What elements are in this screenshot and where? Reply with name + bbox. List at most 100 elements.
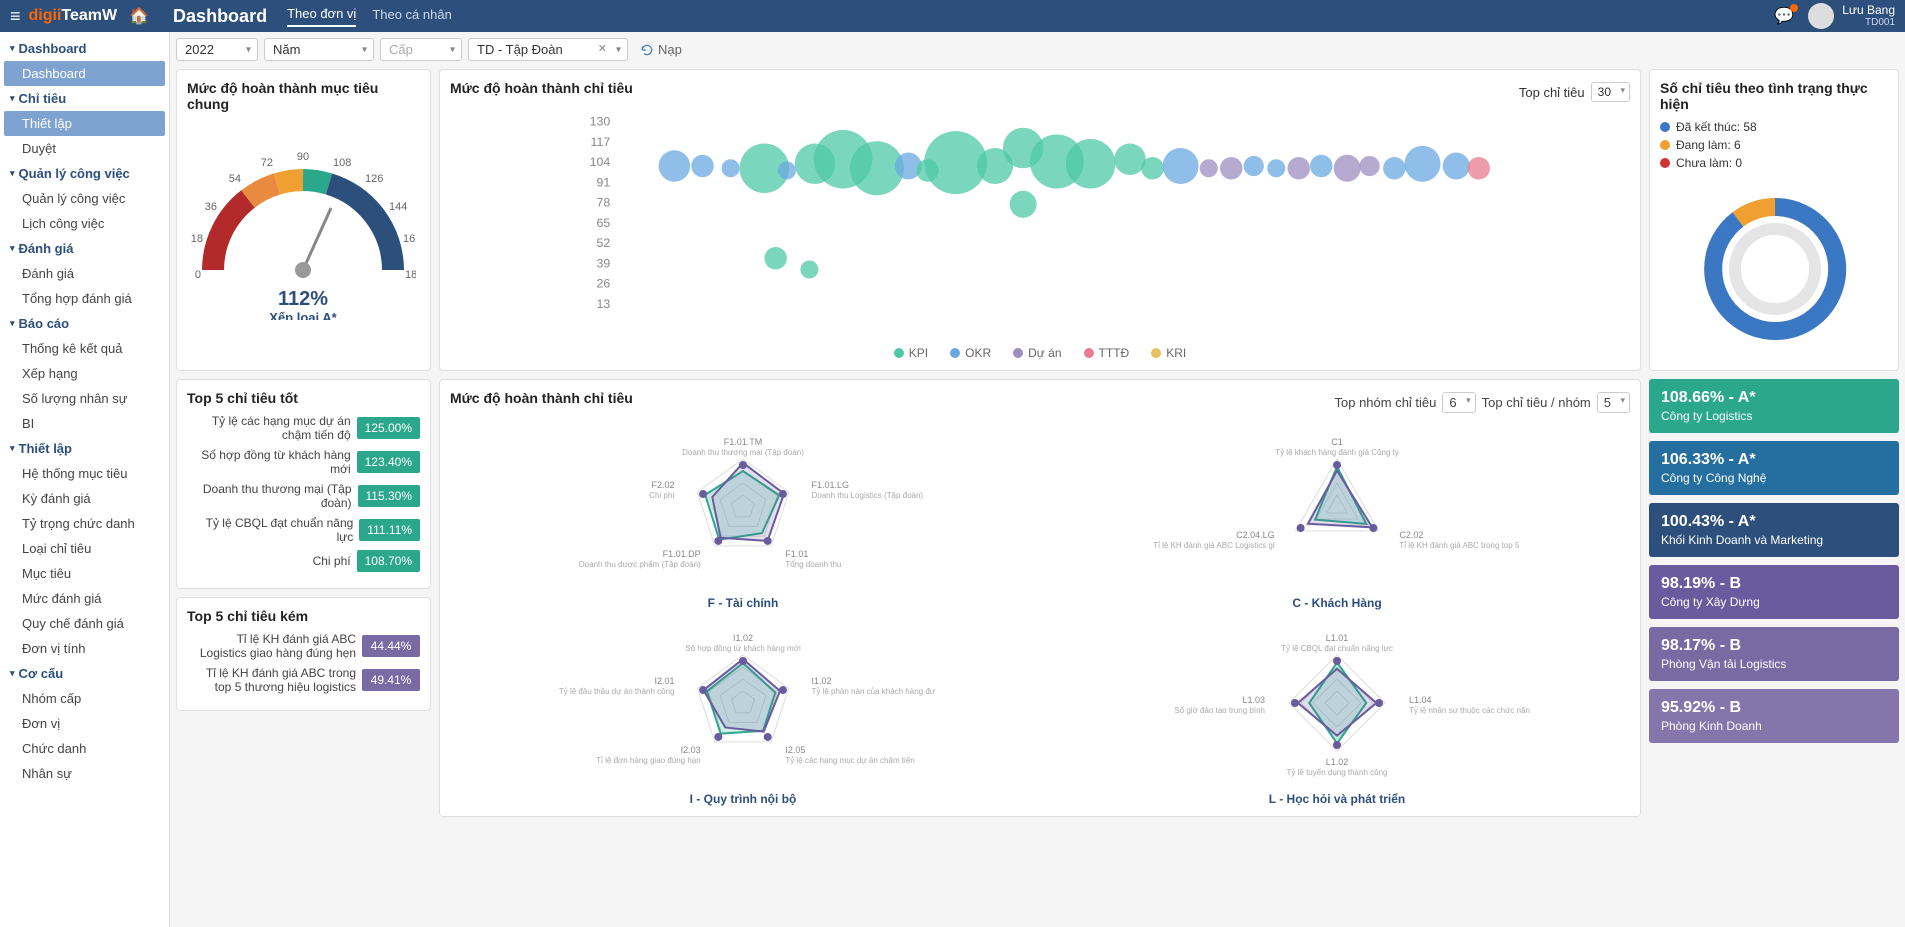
svg-text:Xếp loại A*: Xếp loại A* (269, 310, 337, 320)
notification-icon[interactable]: 💬 (1774, 6, 1794, 26)
tab-theo-ca-nhan[interactable]: Theo cá nhân (372, 7, 452, 26)
nav-item[interactable]: Đánh giá (0, 261, 169, 286)
legend-item: Dự án (1013, 346, 1061, 360)
svg-text:126: 126 (365, 173, 383, 185)
rank-card[interactable]: 98.19% - BCông ty Xây Dựng (1649, 565, 1899, 619)
hamburger-icon[interactable]: ≡ (10, 6, 21, 27)
legend-item: KPI (894, 346, 928, 360)
home-icon[interactable]: 🏠 (129, 6, 149, 26)
metric-row: Tỷ lệ CBQL đạt chuẩn năng lực111.11% (187, 516, 420, 544)
nav-item[interactable]: Hệ thống mục tiêu (0, 461, 169, 486)
nav-item[interactable]: Đơn vị tính (0, 636, 169, 661)
top-count-select[interactable]: 30 (1591, 82, 1630, 102)
rank-card[interactable]: 95.92% - BPhòng Kinh Doanh (1649, 689, 1899, 743)
top5-bad-panel: Top 5 chỉ tiêu kém Tỉ lệ KH đánh giá ABC… (176, 597, 431, 711)
nav-item[interactable]: Dashboard (4, 61, 165, 86)
metric-row: Chi phí108.70% (187, 550, 420, 572)
avatar[interactable] (1808, 3, 1834, 29)
svg-text:Chi phí: Chi phí (649, 491, 675, 500)
clear-icon[interactable]: ✕ (598, 42, 607, 55)
nav-group-4[interactable]: Báo cáo (0, 311, 169, 336)
top5-bad-title: Top 5 chỉ tiêu kém (187, 608, 420, 624)
svg-text:Tổng doanh thu: Tổng doanh thu (785, 560, 841, 569)
radar-cell: I1.02Số hợp đồng từ khách hàng mớiI1.02T… (450, 618, 1036, 806)
svg-text:C1: C1 (1331, 437, 1343, 447)
svg-text:Tỉ lệ KH đánh giá ABC trong to: Tỉ lệ KH đánh giá ABC trong top 5 (1399, 541, 1520, 550)
rank-card[interactable]: 98.17% - BPhòng Vận tải Logistics (1649, 627, 1899, 681)
svg-text:C2.02: C2.02 (1399, 530, 1423, 540)
svg-text:91: 91 (597, 175, 611, 189)
svg-text:54: 54 (229, 173, 241, 185)
period-select[interactable]: Năm (264, 38, 374, 61)
unit-select[interactable]: TD - Tập Đoàn✕ (468, 38, 628, 61)
legend-item: Đang làm: 6 (1660, 138, 1888, 152)
svg-text:Số giờ đào tạo trung bình: Số giờ đào tạo trung bình (1174, 706, 1265, 715)
bubble-title: Mức độ hoàn thành chỉ tiêu (450, 80, 633, 96)
svg-text:104: 104 (590, 155, 611, 169)
reload-button[interactable]: Nạp (634, 39, 688, 60)
svg-text:L1.02: L1.02 (1326, 757, 1349, 767)
svg-text:78: 78 (597, 196, 611, 210)
nav-item[interactable]: Mức đánh giá (0, 586, 169, 611)
nav-item[interactable]: Thiết lập (4, 111, 165, 136)
nav-item[interactable]: Nhân sự (0, 761, 169, 786)
nav-group-0[interactable]: Dashboard (0, 36, 169, 61)
nav-item[interactable]: Lịch công việc (0, 211, 169, 236)
rank-card[interactable]: 106.33% - A*Công ty Công Nghệ (1649, 441, 1899, 495)
metric-row: Doanh thu thương mại (Tập đoàn)115.30% (187, 482, 420, 510)
metric-row: Tỷ lệ các hạng mục dự án chậm tiến độ125… (187, 414, 420, 442)
main: 2022 Năm Cấp TD - Tập Đoàn✕ Nạp Mức độ h… (170, 32, 1905, 927)
user-block[interactable]: Lưu Bang TD001 (1842, 3, 1895, 29)
nav-group-6[interactable]: Cơ cấu (0, 661, 169, 686)
rank-card[interactable]: 108.66% - A*Công ty Logistics (1649, 379, 1899, 433)
nav-item[interactable]: Tỷ trọng chức danh (0, 511, 169, 536)
nav-item[interactable]: Tổng hợp đánh giá (0, 286, 169, 311)
rankings-column: 108.66% - A*Công ty Logistics 106.33% - A… (1649, 379, 1899, 817)
svg-text:F2.02: F2.02 (652, 480, 675, 490)
per-count-select[interactable]: 5 (1597, 392, 1630, 413)
nav-item[interactable]: Loại chỉ tiêu (0, 536, 169, 561)
svg-text:Tỉ lệ đơn hàng giao đúng hạn: Tỉ lệ đơn hàng giao đúng hạn (596, 756, 700, 765)
nav-item[interactable]: Mục tiêu (0, 561, 169, 586)
svg-text:L1.04: L1.04 (1409, 695, 1432, 705)
svg-text:Tỉ lệ KH đánh giá ABC Logistic: Tỉ lệ KH đánh giá ABC Logistics gi (1153, 541, 1275, 550)
nav-item[interactable]: Đơn vị (0, 711, 169, 736)
radar-cell: C1Tỷ lệ khách hàng đánh giá Công ty C2.0… (1044, 422, 1630, 610)
group-count-select[interactable]: 6 (1442, 392, 1475, 413)
nav-group-2[interactable]: Quản lý công việc (0, 161, 169, 186)
year-select[interactable]: 2022 (176, 38, 258, 61)
reload-icon (640, 43, 654, 57)
nav-item[interactable]: Thống kê kết quả (0, 336, 169, 361)
nav-item[interactable]: Chức danh (0, 736, 169, 761)
nav-item[interactable]: BI (0, 411, 169, 436)
nav-group-1[interactable]: Chỉ tiêu (0, 86, 169, 111)
user-id: TD001 (1842, 17, 1895, 29)
nav-item[interactable]: Kỳ đánh giá (0, 486, 169, 511)
level-select[interactable]: Cấp (380, 38, 462, 61)
svg-text:I1.02: I1.02 (733, 633, 753, 643)
nav-item[interactable]: Xếp hạng (0, 361, 169, 386)
bubble-panel: Mức độ hoàn thành chỉ tiêu Top chỉ tiêu … (439, 69, 1641, 371)
nav-group-3[interactable]: Đánh giá (0, 236, 169, 261)
nav-item[interactable]: Nhóm cấp (0, 686, 169, 711)
radar-cell: F1.01.TMDoanh thu thương mại (Tập đoàn)F… (450, 422, 1036, 610)
nav-item[interactable]: Duyệt (0, 136, 169, 161)
svg-text:0: 0 (195, 269, 201, 281)
rank-card[interactable]: 100.43% - A*Khối Kinh Doanh và Marketing (1649, 503, 1899, 557)
top5-good-title: Top 5 chỉ tiêu tốt (187, 390, 420, 406)
nav-item[interactable]: Quy chế đánh giá (0, 611, 169, 636)
bubble-chart: 130117104 917865 52392613 (450, 112, 1630, 337)
svg-text:117: 117 (591, 135, 611, 149)
nav-item[interactable]: Số lượng nhân sự (0, 386, 169, 411)
svg-text:Tỷ lệ CBQL đạt chuẩn năng lực: Tỷ lệ CBQL đạt chuẩn năng lực (1281, 644, 1393, 653)
tab-theo-don-vi[interactable]: Theo đơn vị (287, 6, 356, 27)
svg-text:Tỷ lệ đầu thầu dự án thành côn: Tỷ lệ đầu thầu dự án thành công (559, 687, 675, 696)
svg-text:130: 130 (590, 115, 611, 129)
nav-group-5[interactable]: Thiết lập (0, 436, 169, 461)
svg-text:L1.03: L1.03 (1242, 695, 1265, 705)
nav-item[interactable]: Quản lý công việc (0, 186, 169, 211)
svg-text:F1.01.TM: F1.01.TM (724, 437, 763, 447)
svg-text:Tỷ lệ các hạng mục dự án chậm: Tỷ lệ các hạng mục dự án chậm tiến (785, 756, 914, 765)
logo: digiiTeamW (29, 7, 118, 25)
svg-text:C2.04.LG: C2.04.LG (1236, 530, 1275, 540)
